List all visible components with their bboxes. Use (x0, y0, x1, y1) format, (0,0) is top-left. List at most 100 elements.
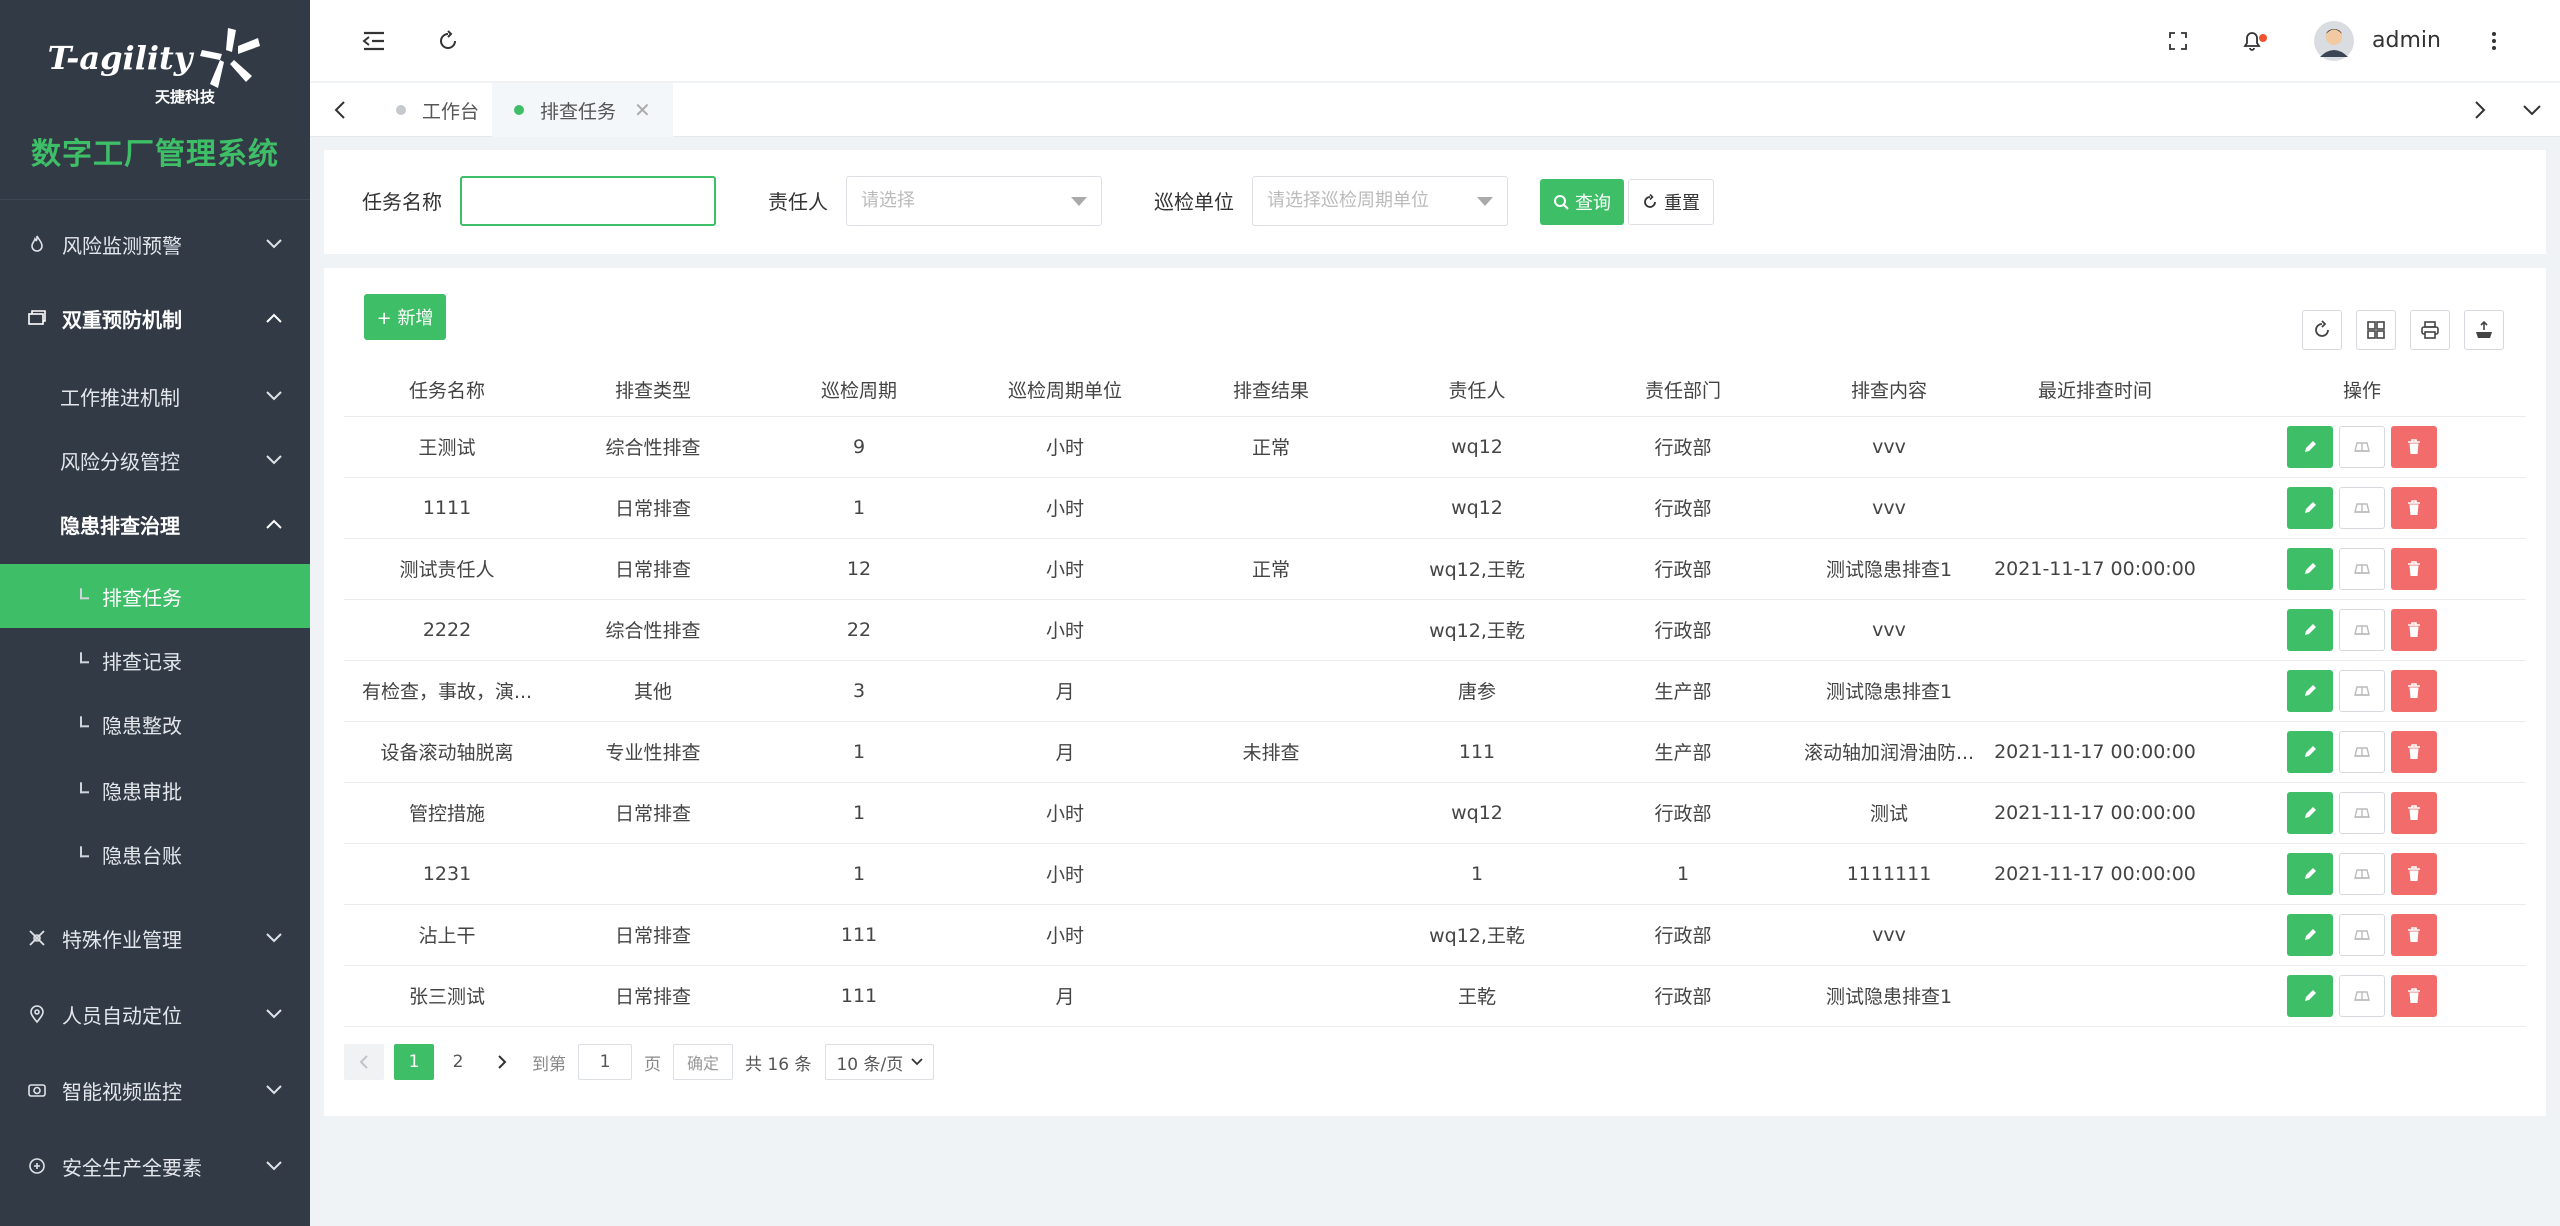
view-button[interactable] (2339, 730, 2385, 773)
delete-button[interactable] (2391, 852, 2437, 895)
sidebar-item-inspection-task[interactable]: 排查任务 (0, 564, 310, 628)
tabs-scroll-right-icon[interactable] (2466, 96, 2494, 124)
view-button[interactable] (2339, 669, 2385, 712)
add-button[interactable]: + 新增 (364, 294, 446, 340)
query-button[interactable]: 查询 (1540, 179, 1624, 225)
view-button[interactable] (2339, 913, 2385, 956)
edit-icon (2302, 866, 2318, 882)
edit-icon (2302, 500, 2318, 516)
table-cell: 小时 (962, 476, 1168, 538)
goto-page-input[interactable]: 1 (578, 1044, 632, 1080)
sidebar-item-work-mechanism[interactable]: 工作推进机制 (0, 372, 310, 420)
table-cell (1992, 964, 2198, 1027)
edit-button[interactable] (2287, 730, 2333, 773)
sidebar-item-hazard-governance[interactable]: 隐患排查治理 (0, 500, 310, 548)
tab-inspection-task[interactable]: 排查任务 ✕ (492, 83, 673, 137)
chevron-left-icon (359, 1055, 368, 1069)
prev-page-button[interactable] (344, 1044, 384, 1080)
table-cell: 日常排查 (550, 964, 756, 1027)
sidebar-item-hazard-rectification[interactable]: 隐患整改 (0, 700, 310, 748)
table-refresh-button[interactable] (2302, 310, 2342, 350)
edit-icon (2302, 744, 2318, 760)
search-panel: 任务名称 责任人 请选择 巡检单位 请选择巡检周期单位 查询 重置 (324, 150, 2546, 254)
view-button[interactable] (2339, 791, 2385, 834)
sidebar-item-special-operations[interactable]: 特殊作业管理 (0, 914, 310, 962)
delete-button[interactable] (2391, 547, 2437, 590)
tabs-dropdown-icon[interactable] (2518, 96, 2546, 124)
close-icon[interactable]: ✕ (634, 98, 651, 122)
sidebar-item-dual-prevention[interactable]: 双重预防机制 (0, 294, 310, 342)
sidebar-item-personnel-location[interactable]: 人员自动定位 (0, 990, 310, 1038)
table-cell (1168, 964, 1374, 1027)
logo-area: T-agility 天捷科技 数字工厂管理系统 (0, 0, 310, 200)
sidebar-item-video-monitoring[interactable]: 智能视频监控 (0, 1066, 310, 1114)
edit-button[interactable] (2287, 547, 2333, 590)
sidebar-item-hazard-approval[interactable]: 隐患审批 (0, 766, 310, 814)
table-cell: 测试责任人 (344, 537, 550, 599)
avatar[interactable] (2314, 21, 2354, 61)
delete-button[interactable] (2391, 730, 2437, 773)
print-button[interactable] (2410, 310, 2450, 350)
table-cell: 1111 (344, 476, 550, 538)
tab-workbench[interactable]: 工作台 (374, 83, 501, 137)
more-vertical-icon[interactable] (2480, 27, 2508, 55)
page-size-label: 10 条/页 (836, 1054, 904, 1075)
reset-button[interactable]: 重置 (1628, 179, 1714, 225)
fullscreen-icon[interactable] (2164, 27, 2192, 55)
task-name-input[interactable] (460, 176, 716, 226)
view-button[interactable] (2339, 486, 2385, 529)
bell-icon[interactable] (2240, 27, 2268, 55)
row-actions (2198, 598, 2526, 660)
delete-button[interactable] (2391, 425, 2437, 468)
delete-button[interactable] (2391, 669, 2437, 712)
view-button[interactable] (2339, 974, 2385, 1017)
table-cell: vvv (1786, 598, 1992, 660)
sidebar-item-safety-elements[interactable]: 安全生产全要素 (0, 1142, 310, 1190)
sidebar-item-risk-monitoring[interactable]: 风险监测预警 (0, 220, 310, 268)
sidebar-item-risk-grading[interactable]: 风险分级管控 (0, 436, 310, 484)
edit-button[interactable] (2287, 852, 2333, 895)
table-cell: vvv (1786, 476, 1992, 538)
table-cell: 综合性排查 (550, 415, 756, 477)
view-button[interactable] (2339, 608, 2385, 651)
edit-button[interactable] (2287, 669, 2333, 712)
refresh-icon[interactable] (434, 27, 462, 55)
page-button-1[interactable]: 1 (394, 1044, 434, 1080)
delete-button[interactable] (2391, 486, 2437, 529)
unit-select[interactable]: 请选择巡检周期单位 (1252, 176, 1508, 226)
delete-button[interactable] (2391, 974, 2437, 1017)
print-icon (2421, 321, 2439, 339)
chevron-down-icon (264, 928, 284, 948)
view-button[interactable] (2339, 547, 2385, 590)
user-name[interactable]: admin (2372, 0, 2441, 82)
edit-button[interactable] (2287, 913, 2333, 956)
sidebar-item-label: 隐患台账 (102, 843, 182, 868)
view-button[interactable] (2339, 852, 2385, 895)
edit-button[interactable] (2287, 486, 2333, 529)
owner-select[interactable]: 请选择 (846, 176, 1102, 226)
sidebar-item-inspection-records[interactable]: 排查记录 (0, 636, 310, 684)
sidebar-item-label: 特殊作业管理 (62, 927, 182, 952)
export-button[interactable] (2464, 310, 2504, 350)
edit-button[interactable] (2287, 608, 2333, 651)
page-button-2[interactable]: 2 (438, 1044, 478, 1080)
delete-button[interactable] (2391, 913, 2437, 956)
view-icon (2353, 440, 2371, 454)
edit-button[interactable] (2287, 974, 2333, 1017)
delete-button[interactable] (2391, 791, 2437, 834)
next-page-button[interactable] (482, 1044, 522, 1080)
delete-button[interactable] (2391, 608, 2437, 651)
page-size-select[interactable]: 10 条/页 (825, 1044, 935, 1080)
goto-confirm-button[interactable]: 确定 (673, 1044, 733, 1080)
trash-icon (2407, 926, 2421, 943)
column-settings-button[interactable] (2356, 310, 2396, 350)
sidebar-item-label: 排查任务 (102, 585, 182, 610)
tabs-scroll-left-icon[interactable] (326, 96, 354, 124)
menu-fold-icon[interactable] (360, 27, 388, 55)
sidebar-item-hazard-ledger[interactable]: 隐患台账 (0, 830, 310, 878)
search-icon (1554, 195, 1569, 210)
view-button[interactable] (2339, 425, 2385, 468)
edit-button[interactable] (2287, 425, 2333, 468)
edit-button[interactable] (2287, 791, 2333, 834)
column-header: 排查类型 (614, 380, 691, 403)
